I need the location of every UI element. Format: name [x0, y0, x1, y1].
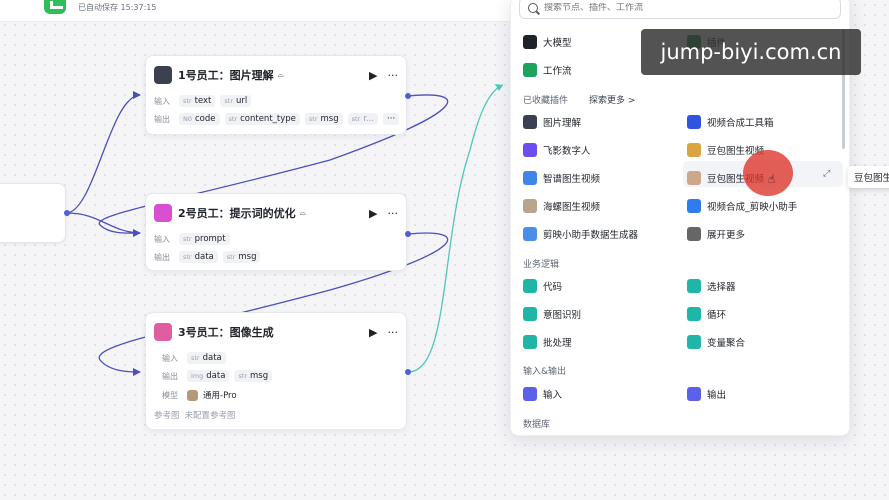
- node-title: 1号员工：图片理解: [178, 69, 274, 82]
- model-avatar-icon: [187, 389, 198, 401]
- digital-human-icon: [523, 143, 537, 157]
- input-label: 输入: [154, 96, 170, 106]
- panel-item-batch[interactable]: 批处理: [523, 335, 572, 349]
- run-button[interactable]: ▶: [369, 326, 377, 339]
- node1-output-port[interactable]: [405, 93, 411, 99]
- output-param: str data: [179, 251, 218, 263]
- input-label: 输入: [154, 234, 170, 244]
- more-menu-button[interactable]: ···: [388, 69, 399, 82]
- panel-item-aggregate[interactable]: 变量聚合: [687, 335, 745, 349]
- start-output-port[interactable]: [64, 210, 70, 216]
- panel-item-chevron-down[interactable]: 展开更多: [687, 227, 745, 241]
- input-param: str prompt: [179, 233, 230, 245]
- model-label: 模型: [162, 390, 178, 400]
- edge-node3-panel: [407, 84, 504, 373]
- output-param: str content_type: [224, 113, 300, 125]
- reference-image-label: 参考图: [154, 411, 180, 421]
- output-param: str msg: [222, 251, 261, 263]
- input-icon: [523, 387, 537, 401]
- panel-item-jianying-data[interactable]: 剪映小助手数据生成器: [523, 227, 638, 241]
- aggregate-icon: [687, 335, 701, 349]
- hailuo-video-icon: [523, 199, 537, 213]
- workflow-icon: [523, 63, 537, 77]
- reference-image-value: 未配置参考图: [184, 411, 236, 421]
- favorites-title: 已收藏插件: [523, 96, 569, 106]
- tooltip: 豆包图生: [848, 166, 889, 188]
- input-param: str data: [187, 352, 226, 364]
- more-menu-button[interactable]: ···: [388, 207, 399, 220]
- video-toolbox-icon: [687, 115, 701, 129]
- prompt-icon: [154, 204, 172, 222]
- output-param: str r...: [347, 113, 379, 125]
- panel-item-input[interactable]: 输入: [523, 387, 562, 401]
- pointer-cursor-icon: ☝: [768, 172, 776, 186]
- zhipu-video-icon: [523, 171, 537, 185]
- panel-item-hailuo-video[interactable]: 海螺图生视频: [523, 199, 600, 213]
- output-param: img data: [187, 370, 230, 382]
- output-param: str msg: [234, 370, 273, 382]
- panel-item-zhipu-video[interactable]: 智谱图生视频: [523, 171, 600, 185]
- output-label: 输出: [154, 252, 170, 262]
- panel-item-image-understanding[interactable]: 图片理解: [523, 115, 581, 129]
- edge-start-node2: [66, 212, 141, 234]
- image-understanding-icon: [523, 115, 537, 129]
- panel-item-intent[interactable]: 意图识别: [523, 307, 581, 321]
- model-icon: [523, 35, 537, 49]
- io-title: 输入&输出: [523, 367, 567, 377]
- expand-icon[interactable]: ⤢: [823, 169, 830, 179]
- more-menu-button[interactable]: ···: [388, 326, 399, 339]
- output-icon: [687, 387, 701, 401]
- output-label: 输出: [154, 114, 170, 124]
- input-param: str url: [220, 95, 252, 107]
- node-title: 3号员工：图像生成: [178, 326, 274, 339]
- edge-start-node1: [66, 94, 141, 214]
- panel-item-output[interactable]: 输出: [687, 387, 726, 401]
- doubao-video-icon: [687, 143, 701, 157]
- jianying-data-icon: [523, 227, 537, 241]
- doubao-avatar-icon: [687, 171, 701, 185]
- tag-icon: ⌓: [277, 70, 284, 79]
- chevron-down-icon: [687, 227, 701, 241]
- output-param: str msg: [304, 113, 343, 125]
- watermark: jump-biyi.com.cn: [641, 29, 861, 75]
- code-icon: [523, 279, 537, 293]
- item-llm[interactable]: 大模型: [523, 35, 572, 49]
- logic-title: 业务逻辑: [523, 260, 560, 270]
- batch-icon: [523, 335, 537, 349]
- input-param: str text: [179, 95, 216, 107]
- panel-item-jianying-assistant[interactable]: 视频合成_剪映小助手: [687, 199, 797, 213]
- search-icon: [528, 3, 538, 13]
- panel-item-video-toolbox[interactable]: 视频合成工具箱: [687, 115, 774, 129]
- explore-more-link[interactable]: 探索更多 >: [589, 93, 635, 106]
- node-image-generation[interactable]: 3号员工：图像生成 ▶ ··· 输入 str data 输出 img data st…: [145, 312, 407, 430]
- model-value: 通用-Pro: [203, 391, 237, 401]
- tag-icon: ⌓: [299, 208, 306, 217]
- node-prompt-optimize[interactable]: 2号员工：提示词的优化 ⌓ ▶ ··· 输入 str prompt 输出 str d…: [145, 193, 407, 271]
- node-image-understanding[interactable]: 1号员工：图片理解 ⌓ ▶ ··· 输入 str text str url 输出 N…: [145, 55, 407, 135]
- image-understanding-icon: [154, 66, 172, 84]
- panel-item-code[interactable]: 代码: [523, 279, 562, 293]
- output-param: N0 code: [179, 113, 220, 125]
- output-label: 输出: [162, 371, 178, 381]
- input-label: 输入: [162, 353, 178, 363]
- node3-output-port[interactable]: [405, 369, 411, 375]
- selector-icon: [687, 279, 701, 293]
- node2-output-port[interactable]: [405, 231, 411, 237]
- more-outputs-button[interactable]: ···: [383, 113, 400, 125]
- panel-item-selector[interactable]: 选择器: [687, 279, 736, 293]
- start-node[interactable]: [0, 183, 66, 243]
- node-title: 2号员工：提示词的优化: [178, 207, 296, 220]
- run-button[interactable]: ▶: [369, 69, 377, 82]
- image-generation-icon: [154, 323, 172, 341]
- database-title: 数据库: [523, 420, 551, 430]
- item-workflow[interactable]: 工作流: [523, 63, 572, 77]
- node-search[interactable]: [519, 0, 841, 19]
- panel-item-loop[interactable]: 循环: [687, 307, 726, 321]
- panel-item-digital-human[interactable]: 飞影数字人: [523, 143, 591, 157]
- intent-icon: [523, 307, 537, 321]
- loop-icon: [687, 307, 701, 321]
- run-button[interactable]: ▶: [369, 207, 377, 220]
- search-input[interactable]: [544, 3, 804, 13]
- jianying-assistant-icon: [687, 199, 701, 213]
